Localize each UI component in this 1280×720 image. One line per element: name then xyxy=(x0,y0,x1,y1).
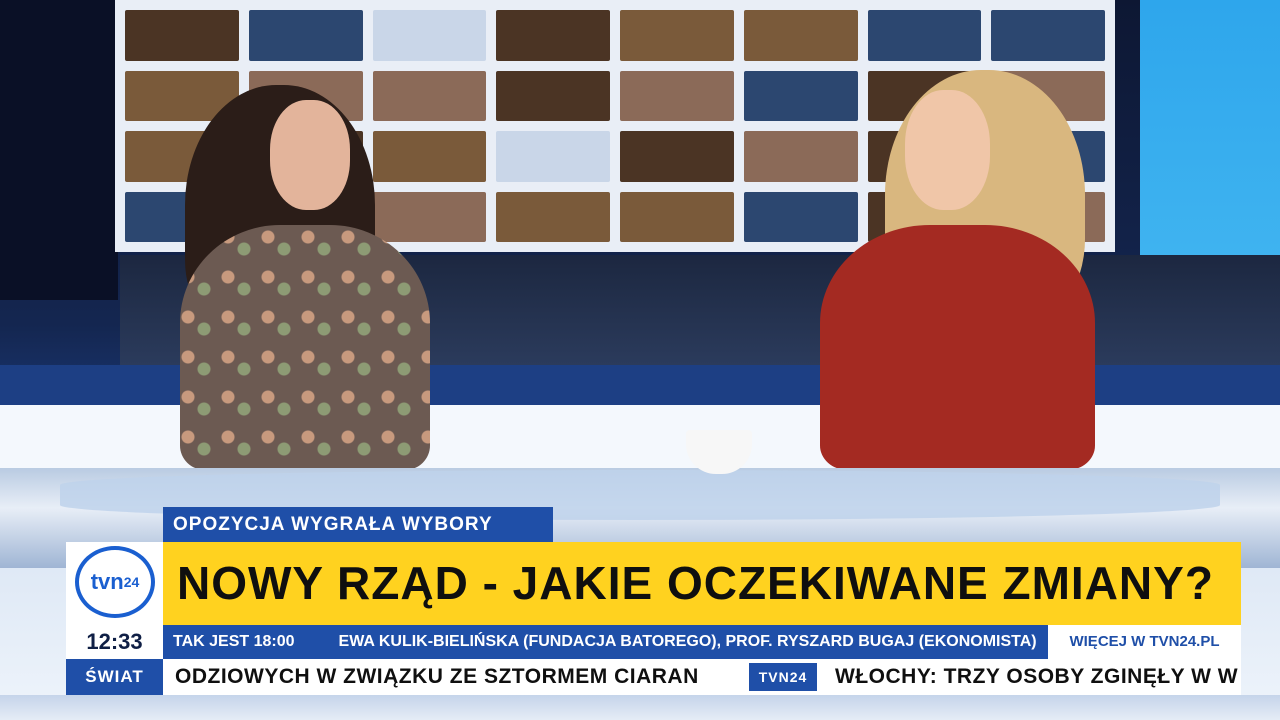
presenter-right xyxy=(820,225,1095,470)
ticker-item: WŁOCHY: TRZY OSOBY ZGINĘŁY W W xyxy=(835,665,1239,688)
video-wall-screen xyxy=(372,191,487,242)
headline: NOWY RZĄD - JAKIE OCZEKIWANE ZMIANY? xyxy=(163,542,1241,625)
tvn24-logo-icon: tvn 24 xyxy=(75,546,155,618)
video-wall-screen xyxy=(496,191,610,242)
video-wall-screen xyxy=(620,10,734,61)
video-wall-screen xyxy=(743,191,858,242)
video-wall-screen xyxy=(743,131,858,182)
ticker-section-tag: ŚWIAT xyxy=(66,659,163,695)
show-schedule: TAK JEST 18:00 xyxy=(173,633,295,650)
video-wall-screen xyxy=(496,70,610,121)
video-wall-screen xyxy=(125,10,239,61)
clock: 12:33 xyxy=(66,625,163,659)
video-wall-screen xyxy=(620,70,734,121)
logo-text: tvn xyxy=(90,569,124,594)
logo-number: 24 xyxy=(123,574,140,590)
presenter-right-face xyxy=(905,90,990,210)
video-wall-screen xyxy=(372,70,487,121)
channel-logo: tvn 24 xyxy=(66,542,163,625)
bottom-strip xyxy=(0,695,1280,720)
video-wall-screen xyxy=(620,191,734,242)
more-info-link: WIĘCEJ W TVN24.PL xyxy=(1048,625,1241,659)
video-wall-screen xyxy=(248,10,363,61)
video-wall-screen xyxy=(620,131,734,182)
video-wall-screen xyxy=(743,10,858,61)
news-ticker: ODZIOWYCH W ZWIĄZKU ZE SZTORMEM CIARAN T… xyxy=(163,659,1241,695)
info-bar: TAK JEST 18:00 EWA KULIK-BIELIŃSKA (FUNDA… xyxy=(163,625,1048,659)
presenter-left xyxy=(180,225,430,470)
video-wall-screen xyxy=(867,10,982,61)
video-wall-screen xyxy=(372,10,487,61)
kicker-label: OPOZYCJA WYGRAŁA WYBORY xyxy=(163,507,553,542)
video-wall-screen xyxy=(743,70,858,121)
ticker-item: ODZIOWYCH W ZWIĄZKU ZE SZTORMEM CIARAN xyxy=(175,665,699,688)
ticker-separator: TVN24 xyxy=(749,663,817,691)
video-wall-screen xyxy=(372,131,487,182)
video-wall-screen xyxy=(496,10,610,61)
guests-line: EWA KULIK-BIELIŃSKA (FUNDACJA BATOREGO),… xyxy=(338,633,1037,650)
presenter-left-face xyxy=(270,100,350,210)
video-wall-screen xyxy=(496,131,610,182)
studio-left-wall xyxy=(0,0,118,300)
studio-right-panel xyxy=(1140,0,1280,270)
video-wall-screen xyxy=(991,10,1105,61)
